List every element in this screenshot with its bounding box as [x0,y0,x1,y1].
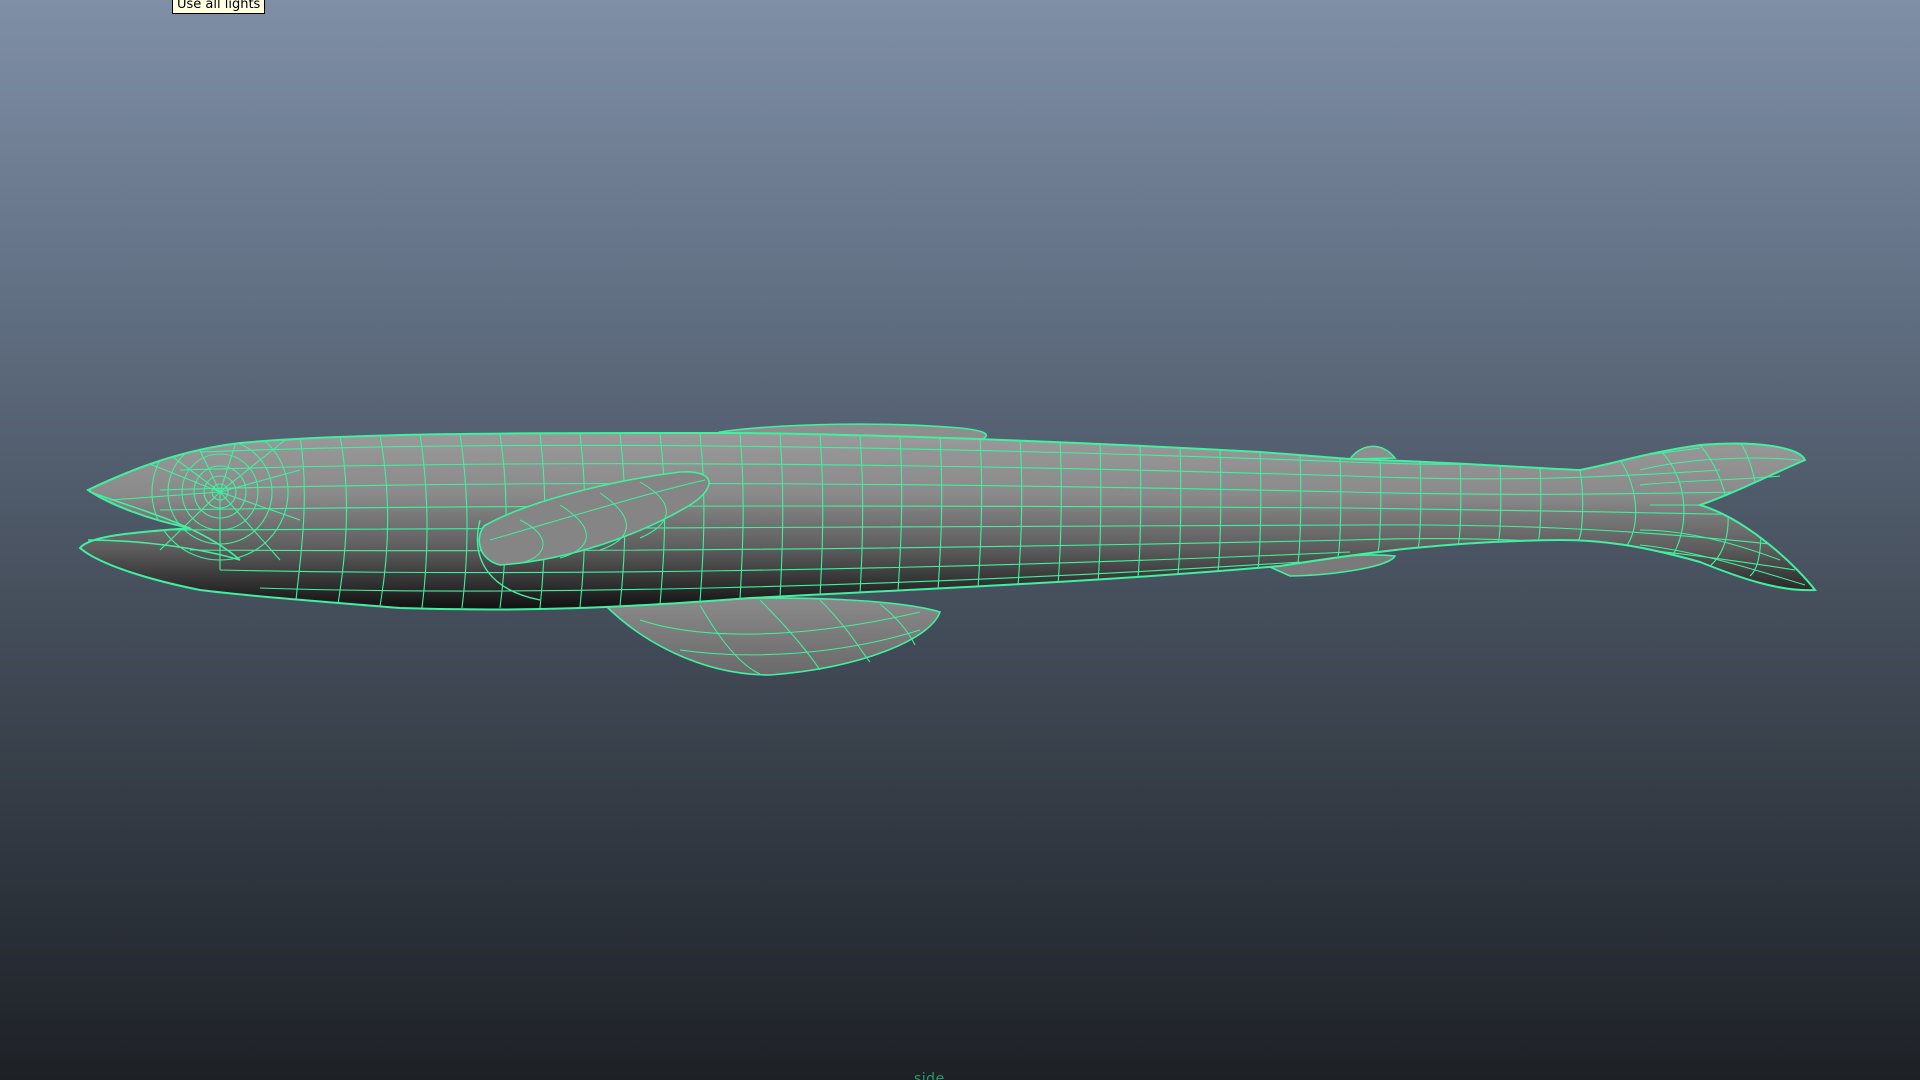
fish-mesh-icon[interactable] [0,0,1920,1080]
maya-viewport-panel[interactable]: Use all lights side [0,0,1920,1080]
camera-name-label: side [914,1071,945,1080]
